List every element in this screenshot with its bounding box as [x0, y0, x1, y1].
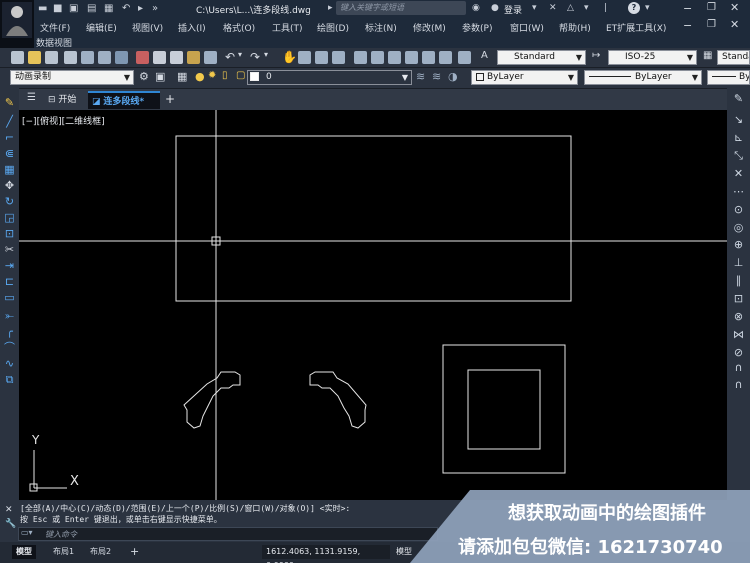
promo-line-2: 请添加包包微信: 1621730740	[458, 537, 723, 558]
promo-line-1: 想获取动画中的绘图插件	[508, 503, 706, 524]
promo-banner-shape	[410, 490, 750, 563]
